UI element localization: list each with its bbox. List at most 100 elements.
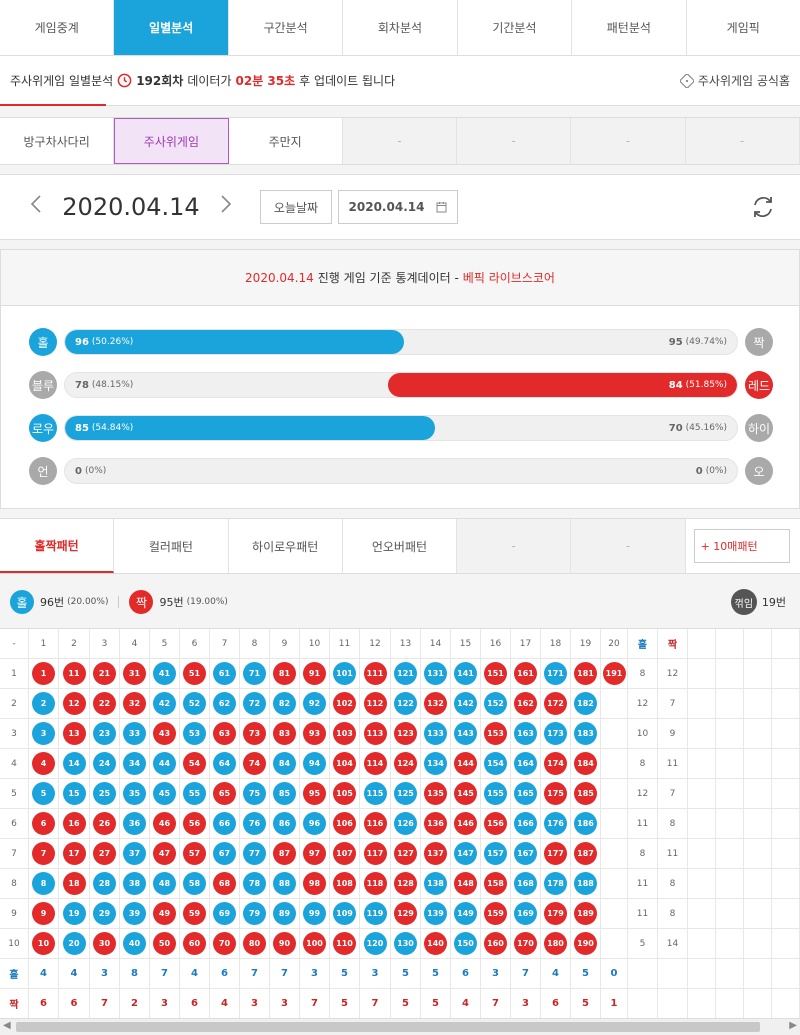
- ten-pattern-button[interactable]: + 10매패턴: [693, 529, 790, 563]
- nav-tab-daily[interactable]: 일별분석: [114, 0, 229, 55]
- result-ball: 154: [484, 752, 507, 775]
- col-odd-count: 5: [402, 968, 409, 979]
- col-even-count: 6: [70, 998, 78, 1009]
- grid-cell: 88: [270, 869, 300, 899]
- nav-tab-pattern[interactable]: 패턴분석: [572, 0, 687, 55]
- round-number: 192회차: [136, 74, 184, 88]
- result-ball: 142: [454, 692, 477, 715]
- grid-filler-cell: [744, 809, 772, 839]
- horizontal-scrollbar[interactable]: ◀ ▶: [0, 1018, 800, 1035]
- col-odd-count: 8: [131, 968, 138, 979]
- grid-cell: 78: [240, 869, 270, 899]
- grid-filler-cell: [716, 779, 744, 809]
- scrollbar-thumb[interactable]: [16, 1022, 760, 1032]
- grid-col-odd: 5: [330, 959, 360, 989]
- grid-row-header: 7: [0, 839, 29, 869]
- grid-cell: 49: [150, 899, 180, 929]
- result-ball: 99: [303, 902, 326, 925]
- stats-brand: 베픽 라이브스코어: [462, 271, 555, 285]
- tab-empty: -: [571, 519, 686, 573]
- grid-cell: 105: [330, 779, 360, 809]
- tab-color-pattern[interactable]: 컬러패턴: [114, 519, 229, 573]
- even-percent: (19.00%): [186, 597, 228, 607]
- grid-col-odd: 5: [391, 959, 421, 989]
- stat-left-percent: (50.26%): [91, 337, 134, 347]
- result-ball: 2: [32, 692, 55, 715]
- result-ball: 141: [454, 662, 477, 685]
- grid-cell: 28: [90, 869, 120, 899]
- col-odd-count: 7: [161, 968, 168, 979]
- grid-cell: 103: [330, 719, 360, 749]
- switch-count: 19번: [761, 596, 786, 609]
- result-ball: 159: [484, 902, 507, 925]
- grid-filler-cell: [716, 689, 744, 719]
- result-ball: 91: [303, 662, 326, 685]
- sub-tab-dice[interactable]: 주사위게임: [114, 118, 229, 164]
- result-ball: 27: [93, 842, 116, 865]
- result-ball: 17: [62, 842, 86, 865]
- grid-cell: 6: [29, 809, 59, 839]
- grid-cell: 131: [421, 659, 451, 689]
- result-ball: 80: [243, 932, 266, 955]
- nav-tab-period[interactable]: 기간분석: [458, 0, 573, 55]
- grid-cell: 39: [120, 899, 150, 929]
- result-ball: 28: [93, 872, 116, 895]
- grid-row-even: 11: [658, 839, 688, 869]
- nav-tab-pick[interactable]: 게임픽: [687, 0, 800, 55]
- result-ball: 110: [333, 932, 356, 955]
- result-ball: 77: [243, 842, 266, 865]
- grid-filler-cell: [772, 659, 800, 689]
- grid-col-header: 14: [421, 629, 451, 659]
- nav-tab-section[interactable]: 구간분석: [229, 0, 344, 55]
- chevron-left-icon[interactable]: [16, 194, 56, 220]
- grid-filler-cell: [744, 839, 772, 869]
- col-odd-count: 5: [341, 968, 348, 979]
- result-ball: 117: [363, 842, 387, 865]
- top-nav: 게임중계 일별분석 구간분석 회차분석 기간분석 패턴분석 게임픽: [0, 0, 800, 56]
- grid-row-odd: 12: [628, 689, 658, 719]
- result-ball: 63: [213, 722, 236, 745]
- grid-cell: 150: [451, 929, 481, 959]
- date-picker-input[interactable]: 2020.04.14: [338, 190, 458, 224]
- chevron-right-icon[interactable]: [206, 194, 246, 220]
- result-ball: 32: [123, 692, 146, 715]
- refresh-icon[interactable]: [750, 194, 776, 220]
- grid-cell: 162: [511, 689, 541, 719]
- stat-left-count: 78: [75, 379, 89, 391]
- result-ball: 3: [32, 722, 55, 745]
- scroll-left-icon[interactable]: ◀: [3, 1020, 11, 1031]
- result-ball: 71: [243, 662, 266, 685]
- result-ball: 102: [333, 692, 356, 715]
- stat-row: 로우 85 (54.84%) 70 (45.16%) 하이: [29, 414, 773, 442]
- grid-cell: 125: [391, 779, 421, 809]
- scroll-right-icon[interactable]: ▶: [789, 1020, 797, 1031]
- nav-tab-round[interactable]: 회차분석: [343, 0, 458, 55]
- grid-filler-cell: [772, 809, 800, 839]
- grid-filler-cell: [744, 779, 772, 809]
- result-ball: 25: [93, 782, 116, 805]
- result-ball: 147: [454, 842, 477, 865]
- grid-cell: 29: [90, 899, 120, 929]
- tab-odd-even-pattern[interactable]: 홀짝패턴: [0, 519, 115, 573]
- result-ball: 124: [394, 752, 417, 775]
- today-button[interactable]: 오늘날짜: [260, 190, 332, 224]
- result-ball: 132: [424, 692, 447, 715]
- tab-under-over-pattern[interactable]: 언오버패턴: [343, 519, 458, 573]
- grid-row-odd: 8: [628, 749, 658, 779]
- official-home-link[interactable]: 주사위게임 공식홈: [679, 72, 790, 89]
- col-even-count: 3: [281, 998, 288, 1009]
- current-date: 2020.04.14: [62, 193, 200, 221]
- result-ball: 179: [544, 902, 567, 925]
- sub-tab-jumanji[interactable]: 주만지: [229, 118, 343, 164]
- grid-cell: 51: [180, 659, 210, 689]
- nav-tab-live[interactable]: 게임중계: [0, 0, 115, 55]
- result-ball: 24: [93, 752, 116, 775]
- grid-cell: 167: [511, 839, 541, 869]
- sub-tab-ladder[interactable]: 방구차사다리: [0, 118, 115, 164]
- grid-cell: 77: [240, 839, 270, 869]
- result-ball: 90: [273, 932, 296, 955]
- result-ball: 65: [213, 782, 236, 805]
- tab-high-low-pattern[interactable]: 하이로우패턴: [229, 519, 343, 573]
- grid-cell: 188: [571, 869, 601, 899]
- grid-row-header: 6: [0, 809, 29, 839]
